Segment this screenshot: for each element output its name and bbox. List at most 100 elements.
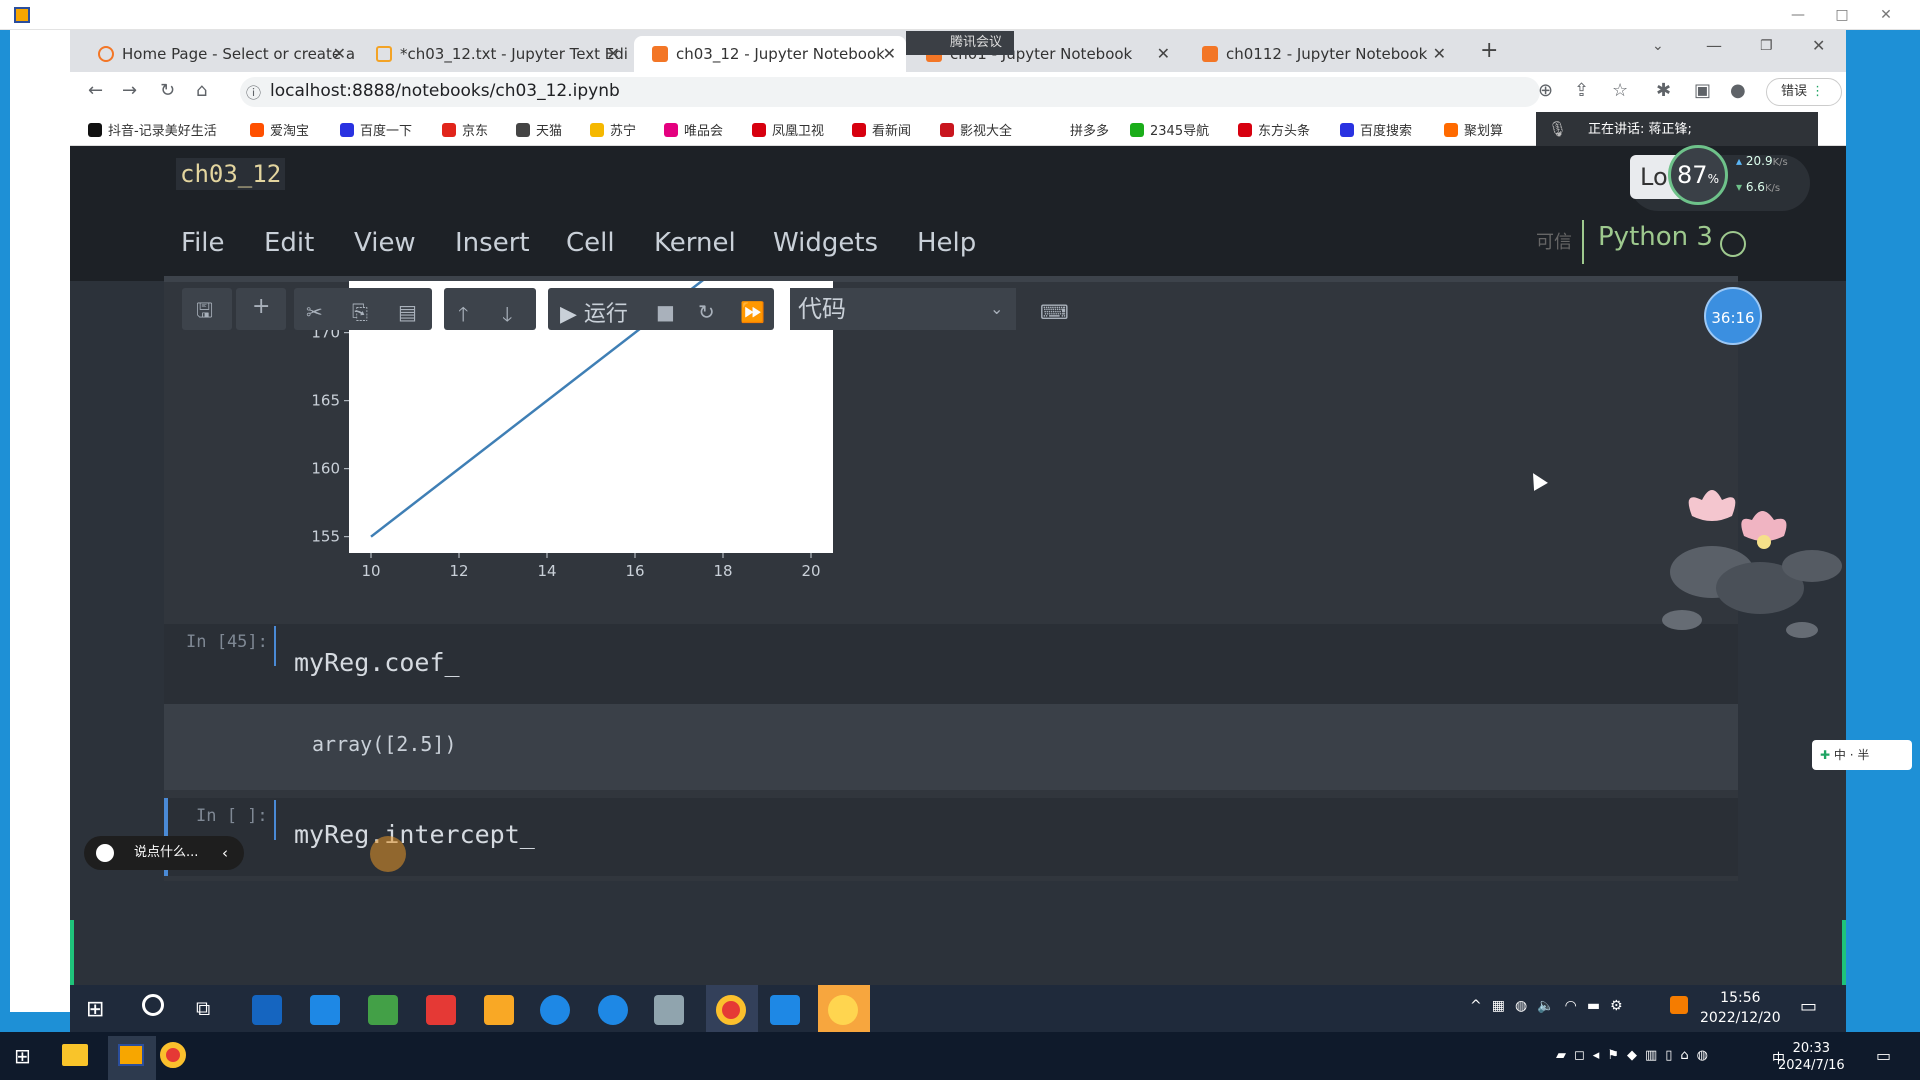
recording-timer[interactable]: 36:16 xyxy=(1704,287,1762,345)
menu-help[interactable]: Help xyxy=(917,228,976,258)
bookmark-news[interactable]: 看新闻 xyxy=(852,120,911,139)
menu-insert[interactable]: Insert xyxy=(455,228,530,258)
remote-clock[interactable]: 15:56 2022/12/20 xyxy=(1700,988,1781,1028)
move-down-icon[interactable]: 🡓 xyxy=(502,300,512,334)
chevron-down-icon[interactable]: ⌄ xyxy=(1652,38,1664,54)
close-icon[interactable]: ✕ xyxy=(1157,36,1170,72)
bookmark-juhuasuan[interactable]: 聚划算 xyxy=(1444,120,1503,139)
bookmark-jd[interactable]: 京东 xyxy=(442,120,488,139)
menu-edit[interactable]: Edit xyxy=(264,228,314,258)
copy-icon[interactable]: ⎘ xyxy=(352,300,368,324)
file-explorer-icon[interactable] xyxy=(62,1044,88,1066)
reload-icon[interactable]: ↻ xyxy=(160,80,175,101)
share-icon[interactable]: ⇪ xyxy=(1574,80,1589,101)
move-up-icon[interactable]: 🡑 xyxy=(458,300,468,334)
maximize-button[interactable]: □ xyxy=(1822,4,1862,26)
menu-kernel[interactable]: Kernel xyxy=(654,228,736,258)
bookmark-pdd[interactable]: 拼多多 xyxy=(1070,120,1109,139)
zoom-icon[interactable]: ⊕ xyxy=(1538,80,1553,101)
cut-icon[interactable]: ✂ xyxy=(306,300,323,324)
browser-minimize-button[interactable]: — xyxy=(1706,36,1722,55)
browser-close-button[interactable]: ✕ xyxy=(1812,36,1825,55)
minimize-button[interactable]: — xyxy=(1778,4,1818,26)
trusted-indicator[interactable]: 可信 xyxy=(1536,228,1572,254)
tab-label: *ch03_12.txt - Jupyter Text Edi xyxy=(400,45,628,63)
chrome-icon[interactable] xyxy=(716,995,746,1025)
video-player-icon[interactable] xyxy=(118,1044,144,1066)
ime-toolbar[interactable]: ✚ 中 · 半 xyxy=(1812,740,1912,770)
close-icon[interactable]: ✕ xyxy=(1433,36,1446,72)
bookmark-douyin[interactable]: 抖音-记录美好生活 xyxy=(88,120,217,139)
bookmark-video[interactable]: 影视大全 xyxy=(940,120,1012,139)
home-icon[interactable]: ⌂ xyxy=(196,80,207,101)
edge-icon[interactable] xyxy=(598,995,628,1025)
bookmark-baidu-search[interactable]: 百度搜索 xyxy=(1340,120,1412,139)
notification-icon[interactable]: ▭ xyxy=(1876,1046,1891,1065)
windows-start-icon[interactable]: ⊞ xyxy=(14,1044,31,1068)
profile-icon[interactable]: ● xyxy=(1730,80,1746,101)
tab-ch0112[interactable]: ch0112 - Jupyter Notebook ✕ xyxy=(1184,36,1456,72)
file-explorer-icon[interactable] xyxy=(484,995,514,1025)
close-icon[interactable]: ✕ xyxy=(883,36,896,72)
back-icon[interactable]: ← xyxy=(88,80,103,101)
tab-home[interactable]: Home Page - Select or create a ✕ xyxy=(80,36,356,72)
close-icon[interactable]: ✕ xyxy=(607,36,620,72)
bookmark-2345[interactable]: 2345导航 xyxy=(1130,120,1209,139)
menu-widgets[interactable]: Widgets xyxy=(773,228,878,258)
chevron-left-icon[interactable]: ‹ xyxy=(222,836,228,870)
error-button[interactable]: 错误 ⋮ xyxy=(1766,78,1842,106)
forward-icon[interactable]: → xyxy=(122,80,137,101)
bookmark-phoenix[interactable]: 凤凰卫视 xyxy=(752,120,824,139)
remote-tray-icons[interactable]: ^▦◍🔈◠▬⚙ xyxy=(1470,998,1633,1014)
media-player-icon[interactable] xyxy=(368,995,398,1025)
youdao-icon[interactable] xyxy=(426,995,456,1025)
cell-code[interactable]: myReg.coef_ xyxy=(294,648,460,677)
bookmark-aitaobao[interactable]: 爱淘宝 xyxy=(250,120,309,139)
close-button[interactable]: ✕ xyxy=(1866,4,1906,26)
bookmark-tmall[interactable]: 天猫 xyxy=(516,120,562,139)
sidebar-icon[interactable]: ▣ xyxy=(1694,80,1711,101)
jd-icon xyxy=(442,123,456,137)
task-view-icon[interactable]: ⧉ xyxy=(196,996,210,1020)
insert-cell-button[interactable]: + xyxy=(236,288,286,330)
notification-icon[interactable]: ▭ xyxy=(1800,996,1817,1017)
bookmark-dongfang[interactable]: 东方头条 xyxy=(1238,120,1310,139)
sogou-icon[interactable] xyxy=(1670,996,1688,1014)
bookmark-vip[interactable]: 唯品会 xyxy=(664,120,723,139)
chrome-icon[interactable] xyxy=(160,1042,186,1068)
bookmark-baidu[interactable]: 百度一下 xyxy=(340,120,412,139)
paste-icon[interactable]: ▤ xyxy=(398,300,417,324)
browser-restore-button[interactable]: ❐ xyxy=(1760,38,1773,54)
restart-icon[interactable]: ↻ xyxy=(698,300,715,324)
comment-input[interactable]: 说点什么... ‹ xyxy=(84,836,244,870)
meeting-app-icon[interactable] xyxy=(828,995,858,1025)
close-icon[interactable]: ✕ xyxy=(333,36,346,72)
windows-start-icon[interactable]: ⊞ xyxy=(86,997,104,1022)
tab-text-editor[interactable]: *ch03_12.txt - Jupyter Text Edi ✕ xyxy=(358,36,630,72)
cell-code[interactable]: myReg.intercept_ xyxy=(294,820,535,849)
run-button[interactable]: ▶ 运行 xyxy=(560,296,628,328)
stop-icon[interactable]: ■ xyxy=(656,300,675,324)
ie-icon[interactable] xyxy=(540,995,570,1025)
mail-icon[interactable] xyxy=(310,995,340,1025)
store-icon[interactable] xyxy=(252,995,282,1025)
fast-forward-icon[interactable]: ⏩ xyxy=(740,300,765,324)
menu-view[interactable]: View xyxy=(354,228,416,258)
cortana-icon[interactable] xyxy=(142,994,164,1016)
bookmark-suning[interactable]: 苏宁 xyxy=(590,120,636,139)
save-button[interactable]: 🖫 xyxy=(182,288,232,330)
notebook-name[interactable]: ch03_12 xyxy=(176,158,286,190)
cell-type-select[interactable]: 代码 ⌄ xyxy=(790,288,1016,330)
new-tab-button[interactable]: + xyxy=(1480,38,1498,63)
keyboard-icon[interactable]: ⌨ xyxy=(1040,300,1069,324)
menu-cell[interactable]: Cell xyxy=(566,228,615,258)
photos-icon[interactable] xyxy=(770,995,800,1025)
click-highlight xyxy=(370,836,406,872)
extensions-icon[interactable]: ✱ xyxy=(1656,80,1671,101)
menu-file[interactable]: File xyxy=(181,228,225,258)
terminal-icon[interactable] xyxy=(654,995,684,1025)
star-icon[interactable]: ☆ xyxy=(1612,80,1628,101)
tab-ch03-12[interactable]: ch03_12 - Jupyter Notebook ✕ xyxy=(634,36,906,72)
host-clock[interactable]: 20:33 2024/7/16 xyxy=(1778,1040,1845,1074)
host-tray-icons[interactable]: ▰◻◂⚑◆▥▯⌂◍ xyxy=(1556,1048,1716,1063)
